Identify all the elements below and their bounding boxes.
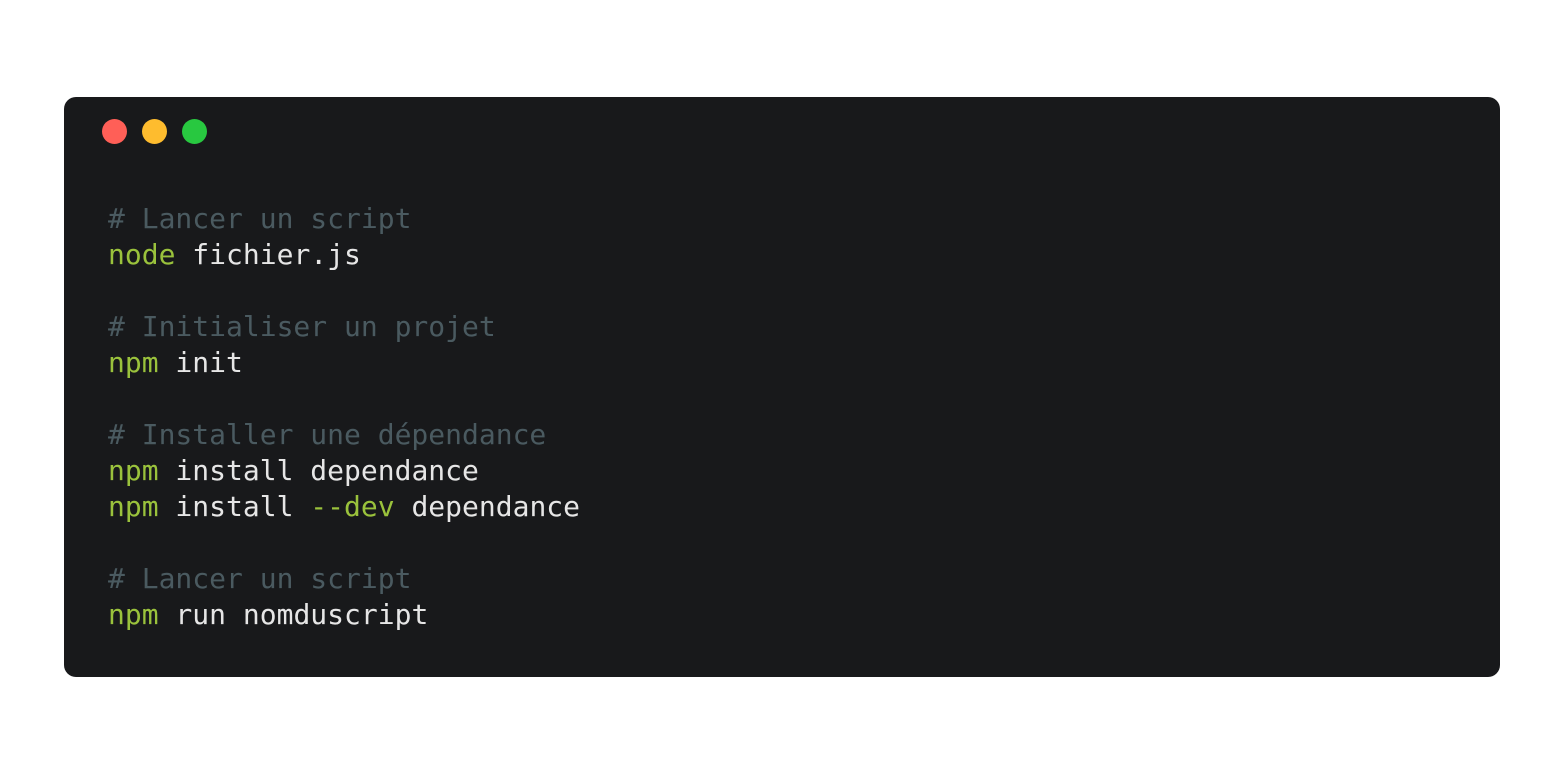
close-dot-icon[interactable] <box>102 119 127 144</box>
code-line-12: npm run nomduscript <box>108 597 580 633</box>
comment: # Initialiser un projet <box>108 310 496 343</box>
code-line-4: # Initialiser un projet <box>108 309 580 345</box>
code-line-9: npm install --dev dependance <box>108 489 580 525</box>
minimize-dot-icon[interactable] <box>142 119 167 144</box>
comment: # Installer une dépendance <box>108 418 547 451</box>
code-line-5: npm init <box>108 345 580 381</box>
command-args: install dependance <box>158 454 479 487</box>
code-line-11: # Lancer un script <box>108 561 580 597</box>
terminal-window: # Lancer un script node fichier.js # Initi… <box>64 97 1500 677</box>
window-controls <box>102 119 207 144</box>
command-keyword: node <box>108 238 176 271</box>
code-line-8: npm install dependance <box>108 453 580 489</box>
code-line-1: # Lancer un script <box>108 201 580 237</box>
command-args: dependance <box>394 490 581 523</box>
code-block: # Lancer un script node fichier.js # Initi… <box>108 201 580 633</box>
command-args: init <box>158 346 243 379</box>
command-args: run nomduscript <box>158 598 429 631</box>
command-keyword: npm <box>108 598 159 631</box>
command-args: fichier.js <box>175 238 361 271</box>
command-keyword: npm <box>108 346 159 379</box>
code-line-2: node fichier.js <box>108 237 580 273</box>
command-args: install <box>158 490 311 523</box>
command-keyword: npm <box>108 490 159 523</box>
code-line-7: # Installer une dépendance <box>108 417 580 453</box>
command-flag: --dev <box>310 490 395 523</box>
comment: # Lancer un script <box>108 202 412 235</box>
comment: # Lancer un script <box>108 562 412 595</box>
maximize-dot-icon[interactable] <box>182 119 207 144</box>
command-keyword: npm <box>108 454 159 487</box>
